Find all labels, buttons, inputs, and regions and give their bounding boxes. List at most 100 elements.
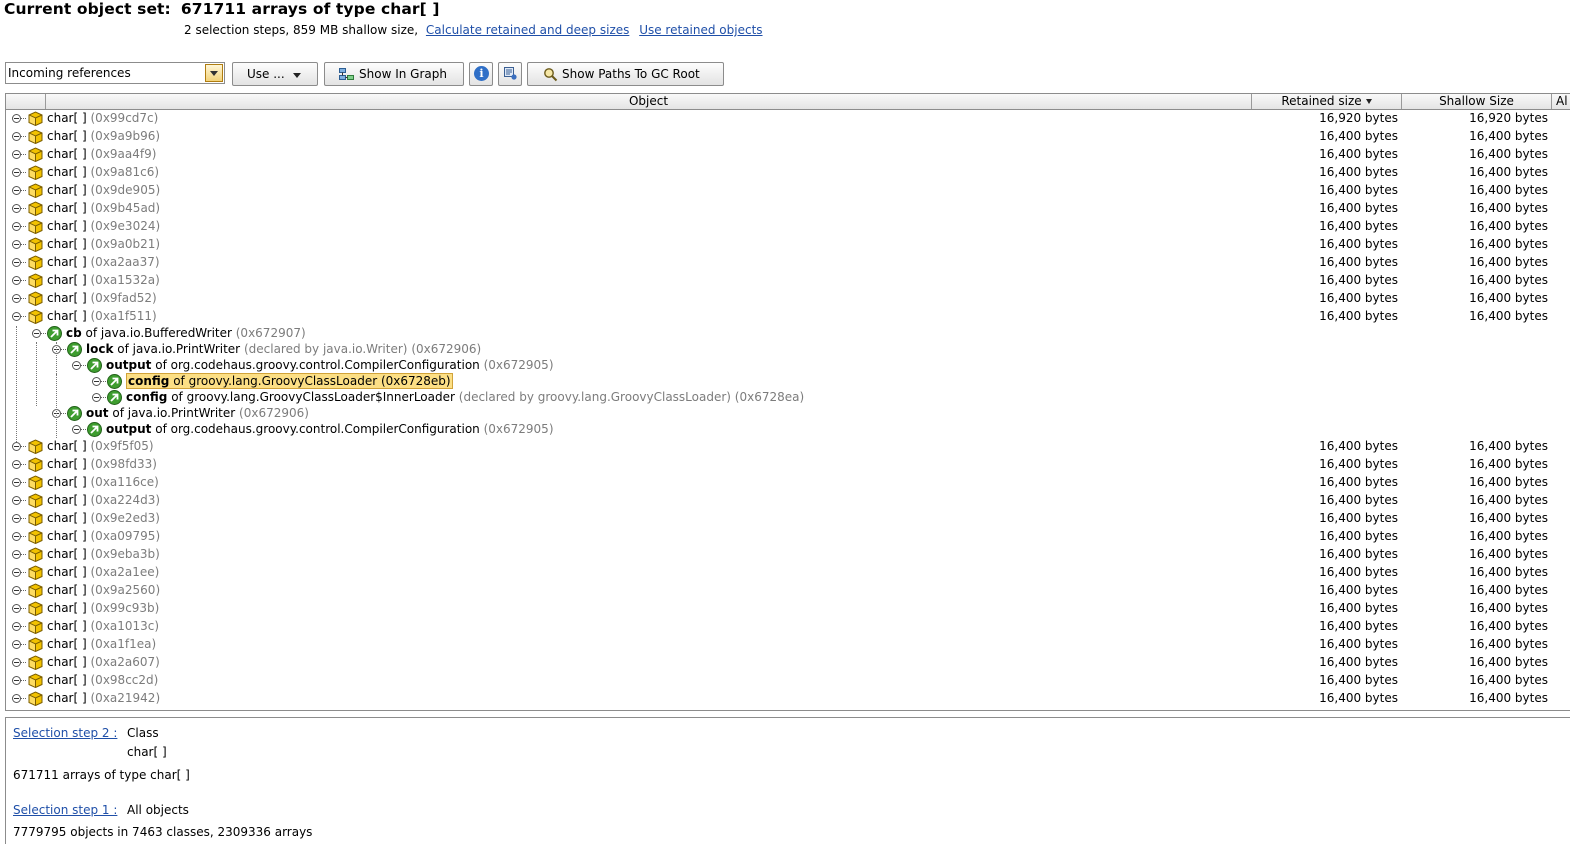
view-selector-combobox[interactable]: Incoming references	[5, 62, 225, 84]
list-settings-button[interactable]	[498, 62, 522, 86]
expand-toggle-icon[interactable]	[32, 329, 46, 338]
expand-toggle-icon[interactable]	[12, 222, 26, 231]
table-row[interactable]: char[ ] (0x98fd33) 16,400 bytes 16,400 byt…	[6, 456, 1570, 474]
table-row[interactable]: char[ ] (0x9e2ed3) 16,400 bytes 16,400 byt…	[6, 510, 1570, 528]
table-row[interactable]: char[ ] (0xa2a1ee) 16,400 bytes 16,400 byt…	[6, 564, 1570, 582]
expand-toggle-icon[interactable]	[12, 586, 26, 595]
table-row[interactable]: char[ ] (0x99c93b) 16,400 bytes 16,400 byt…	[6, 600, 1570, 618]
table-row[interactable]: char[ ] (0x9f5f05) 16,400 bytes 16,400 byt…	[6, 438, 1570, 456]
expand-toggle-icon[interactable]	[92, 393, 106, 402]
object-name: char[ ] (0x9a0b21)	[47, 237, 160, 251]
object-name: char[ ] (0xa1f511)	[47, 309, 157, 323]
shallow-size-cell: 16,400 bytes	[1469, 147, 1548, 161]
use-button[interactable]: Use ...	[232, 62, 318, 86]
table-row[interactable]: char[ ] (0x9a2560) 16,400 bytes 16,400 byt…	[6, 582, 1570, 600]
retained-size-cell: 16,400 bytes	[1319, 309, 1398, 323]
table-row[interactable]: char[ ] (0xa1532a) 16,400 bytes 16,400 byt…	[6, 272, 1570, 290]
shallow-size-cell: 16,400 bytes	[1469, 309, 1548, 323]
expand-toggle-icon[interactable]	[12, 312, 26, 321]
reference-label: config of groovy.lang.GroovyClassLoader$…	[126, 390, 804, 404]
expand-toggle-icon[interactable]	[12, 640, 26, 649]
table-row[interactable]: char[ ] (0xa09795) 16,400 bytes 16,400 byt…	[6, 528, 1570, 546]
expand-toggle-icon[interactable]	[12, 114, 26, 123]
expand-toggle-icon[interactable]	[12, 478, 26, 487]
reference-row[interactable]: out of java.io.PrintWriter (0x672906)	[6, 406, 1570, 422]
column-header-shallow-size[interactable]: Shallow Size	[1402, 94, 1552, 109]
array-object-icon	[28, 147, 43, 163]
table-row[interactable]: char[ ] (0xa1f511) 16,400 bytes 16,400 byt…	[6, 308, 1570, 326]
expand-toggle-icon[interactable]	[12, 550, 26, 559]
field-name: cb	[66, 326, 82, 340]
table-row[interactable]: char[ ] (0x9e3024) 16,400 bytes 16,400 byt…	[6, 218, 1570, 236]
info-button[interactable]: i	[469, 62, 493, 86]
expand-toggle-icon[interactable]	[12, 258, 26, 267]
table-row[interactable]: char[ ] (0x98cc2d) 16,400 bytes 16,400 byt…	[6, 672, 1570, 690]
expand-toggle-icon[interactable]	[12, 150, 26, 159]
expand-toggle-icon[interactable]	[12, 186, 26, 195]
reference-row[interactable]: config of groovy.lang.GroovyClassLoader$…	[6, 390, 1570, 406]
selection-step-2-link[interactable]: Selection step 2 :	[13, 726, 117, 740]
reference-row[interactable]: lock of java.io.PrintWriter (declared by…	[6, 342, 1570, 358]
table-row[interactable]: char[ ] (0x9a9b96) 16,400 bytes 16,400 byt…	[6, 128, 1570, 146]
table-row[interactable]: char[ ] (0x99cd7c) 16,920 bytes 16,920 byt…	[6, 110, 1570, 128]
expand-toggle-icon[interactable]	[12, 496, 26, 505]
show-in-graph-button[interactable]: Show In Graph	[324, 62, 464, 86]
expand-toggle-icon[interactable]	[12, 568, 26, 577]
expand-toggle-icon[interactable]	[12, 168, 26, 177]
calculate-sizes-link[interactable]: Calculate retained and deep sizes	[426, 23, 629, 37]
table-row[interactable]: char[ ] (0x9b45ad) 16,400 bytes 16,400 byt…	[6, 200, 1570, 218]
reference-row[interactable]: cb of java.io.BufferedWriter (0x672907)	[6, 326, 1570, 342]
expand-toggle-icon[interactable]	[12, 460, 26, 469]
table-row[interactable]: char[ ] (0xa224d3) 16,400 bytes 16,400 byt…	[6, 492, 1570, 510]
table-row[interactable]: char[ ] (0x9a0b21) 16,400 bytes 16,400 byt…	[6, 236, 1570, 254]
expand-toggle-icon[interactable]	[12, 276, 26, 285]
expand-toggle-icon[interactable]	[12, 514, 26, 523]
use-button-label: Use ...	[247, 67, 285, 81]
expand-toggle-icon[interactable]	[12, 132, 26, 141]
object-type: char[ ]	[47, 493, 87, 507]
reference-address: (0x672905)	[483, 422, 554, 436]
expand-toggle-icon[interactable]	[12, 622, 26, 631]
shallow-size-cell: 16,400 bytes	[1469, 439, 1548, 453]
table-row[interactable]: char[ ] (0x9aa4f9) 16,400 bytes 16,400 byt…	[6, 146, 1570, 164]
expand-toggle-icon[interactable]	[72, 361, 86, 370]
expand-toggle-icon[interactable]	[72, 425, 86, 434]
object-name: char[ ] (0xa2a1ee)	[47, 565, 159, 579]
column-header-allocation[interactable]: Al	[1552, 94, 1570, 109]
table-row[interactable]: char[ ] (0xa1013c) 16,400 bytes 16,400 byt…	[6, 618, 1570, 636]
expand-toggle-icon[interactable]	[12, 294, 26, 303]
table-row[interactable]: char[ ] (0xa21942) 16,400 bytes 16,400 byt…	[6, 690, 1570, 708]
table-row[interactable]: char[ ] (0x9eba3b) 16,400 bytes 16,400 byt…	[6, 546, 1570, 564]
expand-toggle-icon[interactable]	[12, 240, 26, 249]
table-row[interactable]: char[ ] (0x9de905) 16,400 bytes 16,400 byt…	[6, 182, 1570, 200]
expand-toggle-icon[interactable]	[12, 658, 26, 667]
use-retained-objects-link[interactable]: Use retained objects	[639, 23, 762, 37]
expand-toggle-icon[interactable]	[12, 676, 26, 685]
reference-row[interactable]: output of org.codehaus.groovy.control.Co…	[6, 358, 1570, 374]
expand-toggle-icon[interactable]	[92, 377, 106, 386]
retained-size-cell: 16,920 bytes	[1319, 111, 1398, 125]
expand-toggle-icon[interactable]	[12, 442, 26, 451]
expand-toggle-icon[interactable]	[12, 204, 26, 213]
table-row[interactable]: char[ ] (0xa2aa37) 16,400 bytes 16,400 byt…	[6, 254, 1570, 272]
object-set-summary: 2 selection steps, 859 MB shallow size, …	[184, 23, 763, 37]
table-row[interactable]: char[ ] (0x9fad52) 16,400 bytes 16,400 byt…	[6, 290, 1570, 308]
expand-toggle-icon[interactable]	[12, 694, 26, 703]
reference-row[interactable]: config of groovy.lang.GroovyClassLoader …	[6, 373, 1570, 390]
object-tree-table[interactable]: Object Retained size Shallow Size Al cha…	[5, 93, 1570, 711]
reference-row[interactable]: output of org.codehaus.groovy.control.Co…	[6, 422, 1570, 438]
table-row[interactable]: char[ ] (0xa2a607) 16,400 bytes 16,400 byt…	[6, 654, 1570, 672]
table-row[interactable]: char[ ] (0xa116ce) 16,400 bytes 16,400 byt…	[6, 474, 1570, 492]
reference-text: lock of java.io.PrintWriter (declared by…	[86, 342, 481, 356]
selection-step-1-link[interactable]: Selection step 1 :	[13, 803, 117, 817]
table-row[interactable]: char[ ] (0xa1f1ea) 16,400 bytes 16,400 byt…	[6, 636, 1570, 654]
holder-class: of groovy.lang.GroovyClassLoader	[173, 374, 378, 388]
column-header-retained-size[interactable]: Retained size	[1252, 94, 1402, 109]
expand-toggle-icon[interactable]	[12, 604, 26, 613]
show-paths-to-gc-root-button[interactable]: Show Paths To GC Root	[527, 62, 724, 86]
table-row[interactable]: char[ ] (0x9a81c6) 16,400 bytes 16,400 byt…	[6, 164, 1570, 182]
object-name: char[ ] (0x9eba3b)	[47, 547, 160, 561]
chevron-down-icon[interactable]	[205, 64, 223, 82]
column-header-object[interactable]: Object	[46, 94, 1252, 109]
expand-toggle-icon[interactable]	[12, 532, 26, 541]
